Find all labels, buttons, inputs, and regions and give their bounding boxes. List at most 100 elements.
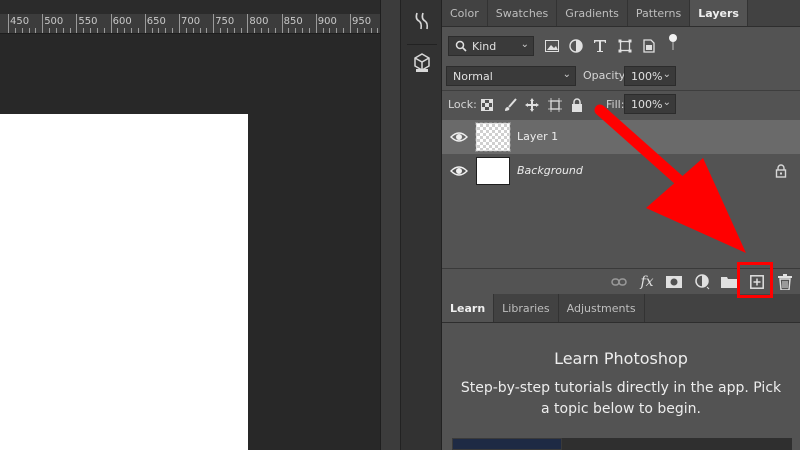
filter-toggle-icon[interactable]	[664, 33, 682, 51]
panel-tab-bar: Color Swatches Gradients Patterns Layers	[442, 0, 800, 27]
ruler-minor-tick	[151, 28, 153, 33]
type-filter-icon[interactable]	[591, 37, 609, 55]
ruler-minor-tick	[274, 28, 276, 33]
ruler-minor-tick	[308, 28, 310, 33]
layer-filter-row: Kind ⌄	[442, 27, 800, 61]
tab-layers[interactable]: Layers	[690, 0, 748, 26]
ruler-minor-tick	[103, 28, 105, 33]
ruler-minor-tick	[199, 28, 201, 33]
layer-row-layer-1[interactable]: Layer 1	[442, 120, 800, 154]
ruler-minor-tick	[192, 28, 194, 33]
lock-transparent-pixels-icon[interactable]	[478, 96, 496, 114]
lock-icon[interactable]	[774, 164, 788, 178]
ruler-label: 950	[352, 16, 372, 27]
ruler-major-tick	[213, 14, 215, 33]
ruler-minor-tick	[137, 28, 139, 33]
shape-filter-icon[interactable]	[616, 37, 634, 55]
collapsed-panel-column	[400, 0, 442, 450]
ruler-major-tick	[144, 14, 146, 33]
ruler-label: 900	[317, 16, 337, 27]
ruler-label: 600	[112, 16, 132, 27]
3d-cube-icon[interactable]	[409, 50, 435, 76]
ruler-minor-tick	[14, 28, 16, 33]
ruler-minor-tick	[343, 28, 345, 33]
opacity-label: Opacity:	[583, 69, 629, 82]
ruler-minor-tick	[21, 28, 23, 33]
ruler-major-tick	[179, 14, 180, 33]
ruler-minor-tick	[62, 28, 64, 33]
document-canvas[interactable]	[0, 114, 248, 450]
ruler-minor-tick	[172, 28, 174, 33]
layer-row-background[interactable]: Background	[442, 154, 800, 188]
learn-tab-libraries[interactable]: Libraries	[494, 294, 559, 322]
tab-gradients[interactable]: Gradients	[557, 0, 628, 26]
right-panels: Color Swatches Gradients Patterns Layers Kin…	[442, 0, 800, 450]
ruler-minor-tick	[117, 28, 119, 33]
brush-settings-icon[interactable]	[409, 8, 435, 34]
lock-artboard-icon[interactable]	[546, 96, 564, 114]
link-icon[interactable]	[610, 273, 628, 291]
ruler-minor-tick	[83, 28, 85, 33]
vertical-scrollbar[interactable]	[380, 0, 400, 450]
opacity-value: 100%	[631, 69, 663, 83]
blend-mode-select[interactable]: Normal ⌄	[446, 66, 576, 86]
blend-mode-value: Normal	[453, 69, 493, 83]
ruler-minor-tick	[261, 28, 263, 33]
lock-all-icon[interactable]	[568, 96, 586, 114]
ruler-minor-tick	[302, 28, 304, 33]
ruler-minor-tick	[240, 28, 242, 33]
ruler-label: 550	[78, 16, 98, 27]
lock-label: Lock:	[448, 98, 477, 111]
lock-image-pixels-icon[interactable]	[501, 96, 519, 114]
learn-tab-adjustments[interactable]: Adjustments	[559, 294, 645, 322]
ruler-minor-tick	[96, 28, 98, 33]
ruler-label: 700	[181, 16, 201, 27]
ruler-major-tick	[281, 14, 283, 33]
adjustment-filter-icon[interactable]	[567, 37, 585, 55]
ruler-major-tick	[8, 14, 9, 33]
trash-icon[interactable]	[776, 273, 794, 291]
ruler-label: 800	[249, 16, 269, 27]
ruler-minor-tick	[220, 28, 222, 33]
filter-kind-select[interactable]: Kind ⌄	[448, 36, 534, 56]
folder-icon[interactable]	[720, 273, 738, 291]
adjustment-icon[interactable]	[694, 273, 712, 291]
learn-tab-bar: Learn Libraries Adjustments	[442, 294, 800, 323]
eye-icon[interactable]	[450, 129, 468, 145]
fx-icon[interactable]: fx	[638, 273, 656, 291]
tab-color[interactable]: Color	[442, 0, 488, 26]
tutorial-card[interactable]	[562, 438, 792, 450]
lock-position-icon[interactable]	[523, 96, 541, 114]
tab-swatches[interactable]: Swatches	[488, 0, 558, 26]
layer-name[interactable]: Layer 1	[517, 130, 558, 143]
ruler-minor-tick	[329, 28, 331, 33]
learn-tab-learn[interactable]: Learn	[442, 294, 495, 322]
ruler-minor-tick	[28, 28, 30, 33]
ruler-label: 750	[215, 16, 235, 27]
mask-icon[interactable]	[665, 273, 683, 291]
ruler-minor-tick	[288, 28, 290, 33]
ruler-minor-tick	[322, 28, 324, 33]
ruler-minor-tick	[49, 28, 51, 33]
chevron-down-icon: ⌄	[662, 69, 671, 80]
eye-icon[interactable]	[450, 163, 468, 179]
ruler-label: 450	[10, 16, 30, 27]
tutorial-card[interactable]	[452, 438, 562, 450]
ruler-minor-tick	[233, 28, 235, 33]
layer-thumbnail	[476, 157, 510, 185]
tab-patterns[interactable]: Patterns	[628, 0, 691, 26]
ruler-minor-tick	[131, 28, 133, 33]
smart-object-filter-icon[interactable]	[640, 37, 658, 55]
learn-description: Step-by-step tutorials directly in the a…	[460, 380, 782, 417]
fill-input[interactable]: 100% ⌄	[624, 94, 676, 114]
layer-name[interactable]: Background	[517, 164, 583, 177]
ruler-minor-tick	[295, 28, 297, 33]
ruler-minor-tick	[254, 28, 256, 33]
ruler-major-tick	[42, 14, 44, 33]
ruler-minor-tick	[35, 28, 37, 33]
ruler-minor-tick	[356, 28, 358, 33]
opacity-input[interactable]: 100% ⌄	[624, 66, 676, 86]
horizontal-ruler[interactable]: 450 500 550 600 650 700 750 800 850 900 950	[0, 14, 380, 34]
pixel-filter-icon[interactable]	[543, 37, 561, 55]
fill-value: 100%	[631, 97, 663, 111]
